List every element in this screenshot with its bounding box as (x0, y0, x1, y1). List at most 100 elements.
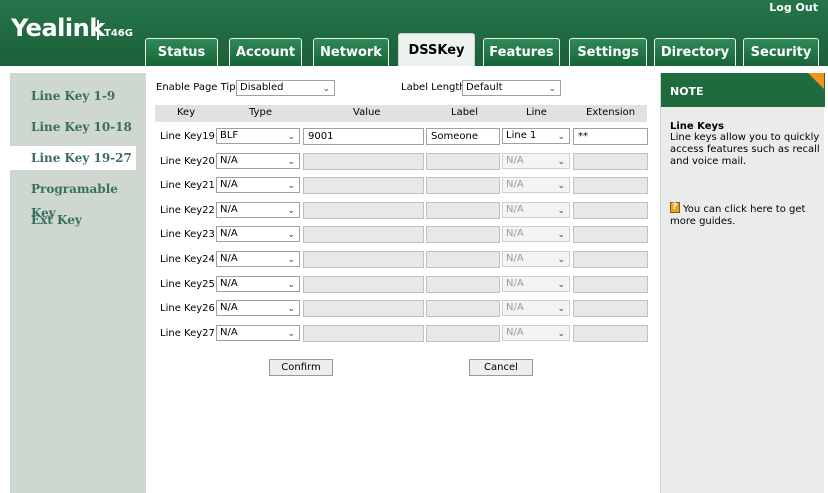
chevron-down-icon: ⌄ (557, 206, 565, 216)
chevron-down-icon: ⌄ (557, 255, 565, 265)
note-header: NOTE (661, 73, 825, 107)
tab-directory[interactable]: Directory (654, 38, 736, 66)
row-value-input[interactable] (303, 251, 424, 268)
row-type-select[interactable]: N/A ⌄ (216, 276, 300, 292)
cancel-button[interactable]: Cancel (469, 359, 533, 376)
label-length-select[interactable]: Default ⌄ (462, 80, 561, 96)
row-type-select[interactable]: N/A ⌄ (216, 251, 300, 267)
row-key-label: Line Key25 (160, 279, 215, 290)
row-label-input[interactable] (426, 177, 500, 194)
row-type-value: BLF (220, 130, 239, 141)
sidebar-item-ext-key[interactable]: Ext Key (10, 208, 146, 232)
row-label-input[interactable] (426, 202, 500, 219)
chevron-down-icon: ⌄ (287, 280, 295, 290)
row-label-input[interactable] (426, 251, 500, 268)
row-type-select[interactable]: N/A ⌄ (216, 226, 300, 242)
row-extension-input[interactable] (573, 325, 648, 342)
sidebar-item-programable-key[interactable]: Programable Key (10, 177, 146, 220)
row-value-input[interactable] (303, 325, 424, 342)
row-type-value: N/A (220, 327, 238, 338)
chevron-down-icon: ⌄ (557, 280, 565, 290)
sidebar-item-line-key-10-18[interactable]: Line Key 10-18 (10, 115, 146, 139)
chevron-down-icon: ⌄ (287, 157, 295, 167)
main-panel: Enable Page Tips Disabled ⌄ Label Length… (148, 73, 658, 493)
confirm-button[interactable]: Confirm (269, 359, 333, 376)
row-extension-input[interactable] (573, 300, 648, 317)
row-line-select[interactable]: N/A ⌄ (502, 153, 570, 169)
tab-features[interactable]: Features (483, 38, 560, 66)
row-extension-input[interactable] (573, 177, 648, 194)
row-label-input[interactable] (426, 300, 500, 317)
chevron-down-icon: ⌄ (287, 304, 295, 314)
row-type-select[interactable]: N/A ⌄ (216, 153, 300, 169)
row-extension-input[interactable] (573, 226, 648, 243)
tab-settings[interactable]: Settings (569, 38, 647, 66)
row-extension-input[interactable] (573, 276, 648, 293)
row-value-input[interactable]: 9001 (303, 128, 424, 145)
model-label: T46G (104, 28, 133, 39)
row-value-input[interactable] (303, 177, 424, 194)
page-tips-select[interactable]: Disabled ⌄ (236, 80, 335, 96)
row-type-select[interactable]: N/A ⌄ (216, 325, 300, 341)
row-key-label: Line Key20 (160, 156, 215, 167)
row-line-select[interactable]: N/A ⌄ (502, 325, 570, 341)
chevron-down-icon: ⌄ (557, 304, 565, 314)
chevron-down-icon: ⌄ (287, 230, 295, 240)
sidebar-item-line-key-19-27[interactable]: Line Key 19-27 (10, 146, 136, 170)
row-line-select[interactable]: Line 1 ⌄ (502, 128, 570, 144)
sidebar-item-line-key-1-9[interactable]: Line Key 1-9 (10, 84, 146, 108)
tab-security[interactable]: Security (743, 38, 819, 66)
chevron-down-icon: ⌄ (557, 329, 565, 339)
row-label-input[interactable] (426, 226, 500, 243)
row-type-value: N/A (220, 155, 238, 166)
row-type-value: N/A (220, 278, 238, 289)
column-header-label: Label (451, 107, 478, 118)
row-extension-input[interactable] (573, 153, 648, 170)
row-type-select[interactable]: BLF ⌄ (216, 128, 300, 144)
note-title: Line Keys (670, 121, 725, 132)
guide-link[interactable]: You can click here to get more guides. (670, 201, 820, 228)
page-tips-value: Disabled (240, 82, 284, 93)
row-key-label: Line Key19 (160, 131, 215, 142)
row-extension-input[interactable] (573, 251, 648, 268)
label-length-label: Label Length (401, 82, 466, 93)
chevron-down-icon: ⌄ (557, 132, 565, 142)
column-header-extension: Extension (586, 107, 636, 118)
sidebar: Line Key 1-9 Line Key 10-18 Line Key 19-… (10, 73, 146, 493)
note-panel: NOTE Line Keys Line keys allow you to qu… (660, 73, 825, 493)
chevron-down-icon: ⌄ (287, 255, 295, 265)
row-line-select[interactable]: N/A ⌄ (502, 226, 570, 242)
row-value-input[interactable] (303, 153, 424, 170)
tab-network[interactable]: Network (313, 38, 389, 66)
chevron-down-icon: ⌄ (557, 157, 565, 167)
row-label-input[interactable] (426, 153, 500, 170)
row-line-select[interactable]: N/A ⌄ (502, 300, 570, 316)
row-line-select[interactable]: N/A ⌄ (502, 276, 570, 292)
row-label-input[interactable] (426, 325, 500, 342)
note-text: Line keys allow you to quickly access fe… (670, 132, 820, 167)
row-key-label: Line Key21 (160, 180, 215, 191)
row-value-input[interactable] (303, 226, 424, 243)
row-line-value: N/A (506, 228, 524, 239)
row-extension-input[interactable] (573, 202, 648, 219)
row-line-select[interactable]: N/A ⌄ (502, 202, 570, 218)
row-value-input[interactable] (303, 202, 424, 219)
row-type-select[interactable]: N/A ⌄ (216, 300, 300, 316)
logout-link[interactable]: Log Out (769, 1, 818, 14)
tab-dsskey[interactable]: DSSKey (398, 33, 475, 66)
row-key-label: Line Key27 (160, 328, 215, 339)
chevron-down-icon: ⌄ (548, 84, 556, 94)
row-type-select[interactable]: N/A ⌄ (216, 177, 300, 193)
row-value-input[interactable] (303, 276, 424, 293)
tab-status[interactable]: Status (145, 38, 218, 66)
row-line-select[interactable]: N/A ⌄ (502, 251, 570, 267)
row-value-input[interactable] (303, 300, 424, 317)
row-line-select[interactable]: N/A ⌄ (502, 177, 570, 193)
row-extension-input[interactable]: ** (573, 128, 648, 145)
help-book-icon (670, 201, 680, 213)
row-type-select[interactable]: N/A ⌄ (216, 202, 300, 218)
tab-account[interactable]: Account (229, 38, 302, 66)
row-label-input[interactable] (426, 276, 500, 293)
row-label-input[interactable]: Someone (426, 128, 500, 145)
row-line-value: Line 1 (506, 130, 537, 141)
